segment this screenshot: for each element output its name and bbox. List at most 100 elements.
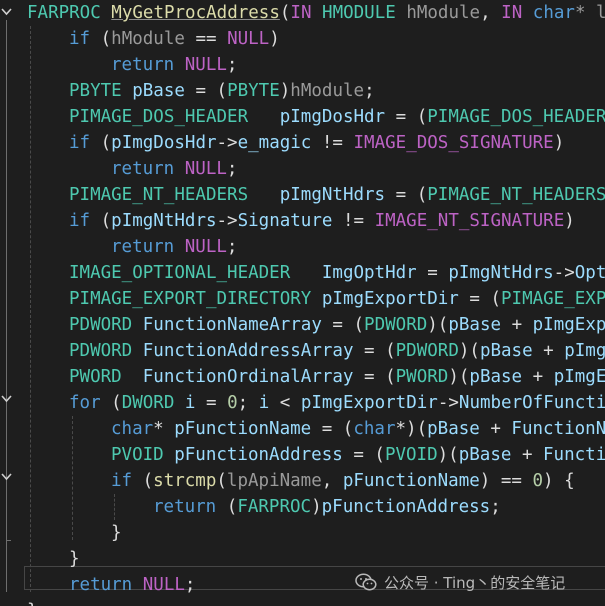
code-token: ( [216, 471, 227, 491]
code-token: hModule [111, 29, 185, 49]
code-token: ; [226, 237, 238, 257]
code-token: ; [184, 575, 196, 595]
code-line: PWORD FunctionOrdinalArray = (PWORD)(pBa… [69, 364, 605, 390]
code-token: = ( [184, 81, 228, 101]
code-line: if (pImgNtHdrs->Signature != IMAGE_NT_SI… [69, 208, 575, 234]
code-token: pImgExportDir [300, 393, 438, 413]
code-token: pImgExportDir [321, 289, 459, 309]
code-token: NumberOfFunctio [458, 393, 605, 413]
code-token: pImgEx [553, 367, 605, 387]
code-line: return NULL; [111, 52, 237, 78]
code-token: hModule [290, 81, 365, 101]
code-token: pBase [448, 315, 502, 335]
code-line: PDWORD FunctionNameArray = (PDWORD)(pBas… [69, 312, 605, 338]
code-token: hModule [406, 3, 481, 23]
code-token: if [111, 471, 143, 491]
code-token: )( [427, 315, 449, 335]
code-line: PBYTE pBase = (PBYTE)hModule; [69, 78, 375, 104]
code-token: pImgNtHdrs [111, 211, 217, 231]
code-token: PIMAGE_NT_HEADERS [69, 185, 259, 205]
chevron-down-icon[interactable] [1, 471, 12, 482]
code-line: PDWORD FunctionAddressArray = (PDWORD)(p… [69, 338, 605, 364]
watermark-text: 公众号 · Ting丶的安全笔记 [384, 573, 566, 592]
chevron-down-icon[interactable] [1, 393, 12, 404]
code-token: PIMAGE_DOS_HEADER [69, 107, 259, 127]
code-token: == [184, 29, 228, 49]
code-token: pFunctionName [342, 471, 480, 491]
chevron-down-icon[interactable] [1, 6, 12, 17]
code-token: pFunctionAddress [174, 445, 343, 465]
code-token: for [69, 393, 112, 413]
code-token: pBase [132, 81, 185, 101]
code-token: return [69, 575, 143, 595]
code-token: = ( [353, 341, 396, 361]
code-token: ) [553, 133, 565, 153]
code-token: IMAGE_OPTIONAL_HEADER [69, 263, 301, 283]
code-token: NULL [184, 55, 227, 75]
code-token: + [532, 341, 565, 361]
code-token: IMAGE_DOS_SIGNATURE [353, 133, 554, 153]
code-token: MyGetProcAddress [111, 3, 280, 23]
code-token: PDWORD [395, 341, 459, 361]
code-token: *)( [395, 419, 428, 439]
code-token: , [321, 471, 343, 491]
code-editor[interactable]: FARPROC MyGetProcAddress(IN HMODULE hMod… [0, 0, 605, 606]
code-token: = [416, 263, 449, 283]
code-token: PWORD [395, 367, 449, 387]
code-token: pImgExpo [532, 315, 605, 335]
code-token: ; [226, 159, 238, 179]
code-line: if (strcmp(lpApiName, pFunctionName) == … [111, 468, 575, 494]
code-token: } [69, 549, 80, 569]
code-token: ( [100, 211, 112, 231]
code-token: e_magic [237, 133, 312, 153]
code-token: + [479, 419, 512, 439]
code-token: strcmp [153, 471, 217, 491]
code-line: } [111, 520, 122, 546]
code-token: IN [290, 3, 323, 23]
code-token: ( [279, 3, 291, 23]
code-token: pImgDosHdr [258, 107, 386, 127]
code-line: return NULL; [111, 234, 237, 260]
code-token: pFunctionName [174, 419, 312, 439]
code-token: ) { [543, 471, 575, 491]
code-line: return NULL; [111, 156, 237, 182]
code-token: = [195, 393, 228, 413]
code-token: != [332, 211, 375, 231]
code-token: FARPROC [27, 3, 112, 23]
code-token: = ( [458, 289, 501, 309]
code-token: )( [448, 367, 470, 387]
collapse-range-line [6, 20, 7, 592]
code-token: PBYTE [227, 81, 280, 101]
code-line: } [27, 598, 38, 606]
code-token: = ( [385, 185, 428, 205]
code-token: ) [269, 29, 280, 49]
code-token: ; [237, 393, 259, 413]
code-token: Signature [237, 211, 333, 231]
code-token: + [511, 445, 544, 465]
code-token: FunctionOrdinalArray [132, 367, 354, 387]
code-token: ( [111, 393, 122, 413]
code-token: return [111, 55, 185, 75]
code-token: ) [564, 211, 575, 231]
code-token: 0 [227, 393, 238, 413]
code-line: char* pFunctionName = (char*)(pBase + Fu… [111, 416, 605, 442]
code-token: i [258, 393, 270, 413]
code-token: NULL [184, 237, 227, 257]
code-token: = ( [342, 445, 385, 465]
code-line: FARPROC MyGetProcAddress(IN HMODULE hMod… [27, 0, 605, 26]
code-token: = ( [321, 315, 365, 335]
code-token: = ( [311, 419, 354, 439]
code-token: pBase [427, 419, 480, 439]
code-token: + [522, 367, 554, 387]
code-token: -> [216, 211, 238, 231]
code-token: HMODULE [322, 3, 407, 23]
code-line: if (pImgDosHdr->e_magic != IMAGE_DOS_SIG… [69, 130, 564, 156]
wechat-icon [355, 572, 377, 592]
collapse-range-end [6, 540, 11, 541]
code-token: FunctionAddressArray [142, 341, 354, 361]
watermark: 公众号 · Ting丶的安全笔记 [355, 568, 565, 596]
code-token: DWORD [121, 393, 185, 413]
editor-gutter [0, 0, 20, 606]
indent-guide [72, 416, 73, 540]
code-token: IMAGE_NT_SIGNATURE [374, 211, 565, 231]
